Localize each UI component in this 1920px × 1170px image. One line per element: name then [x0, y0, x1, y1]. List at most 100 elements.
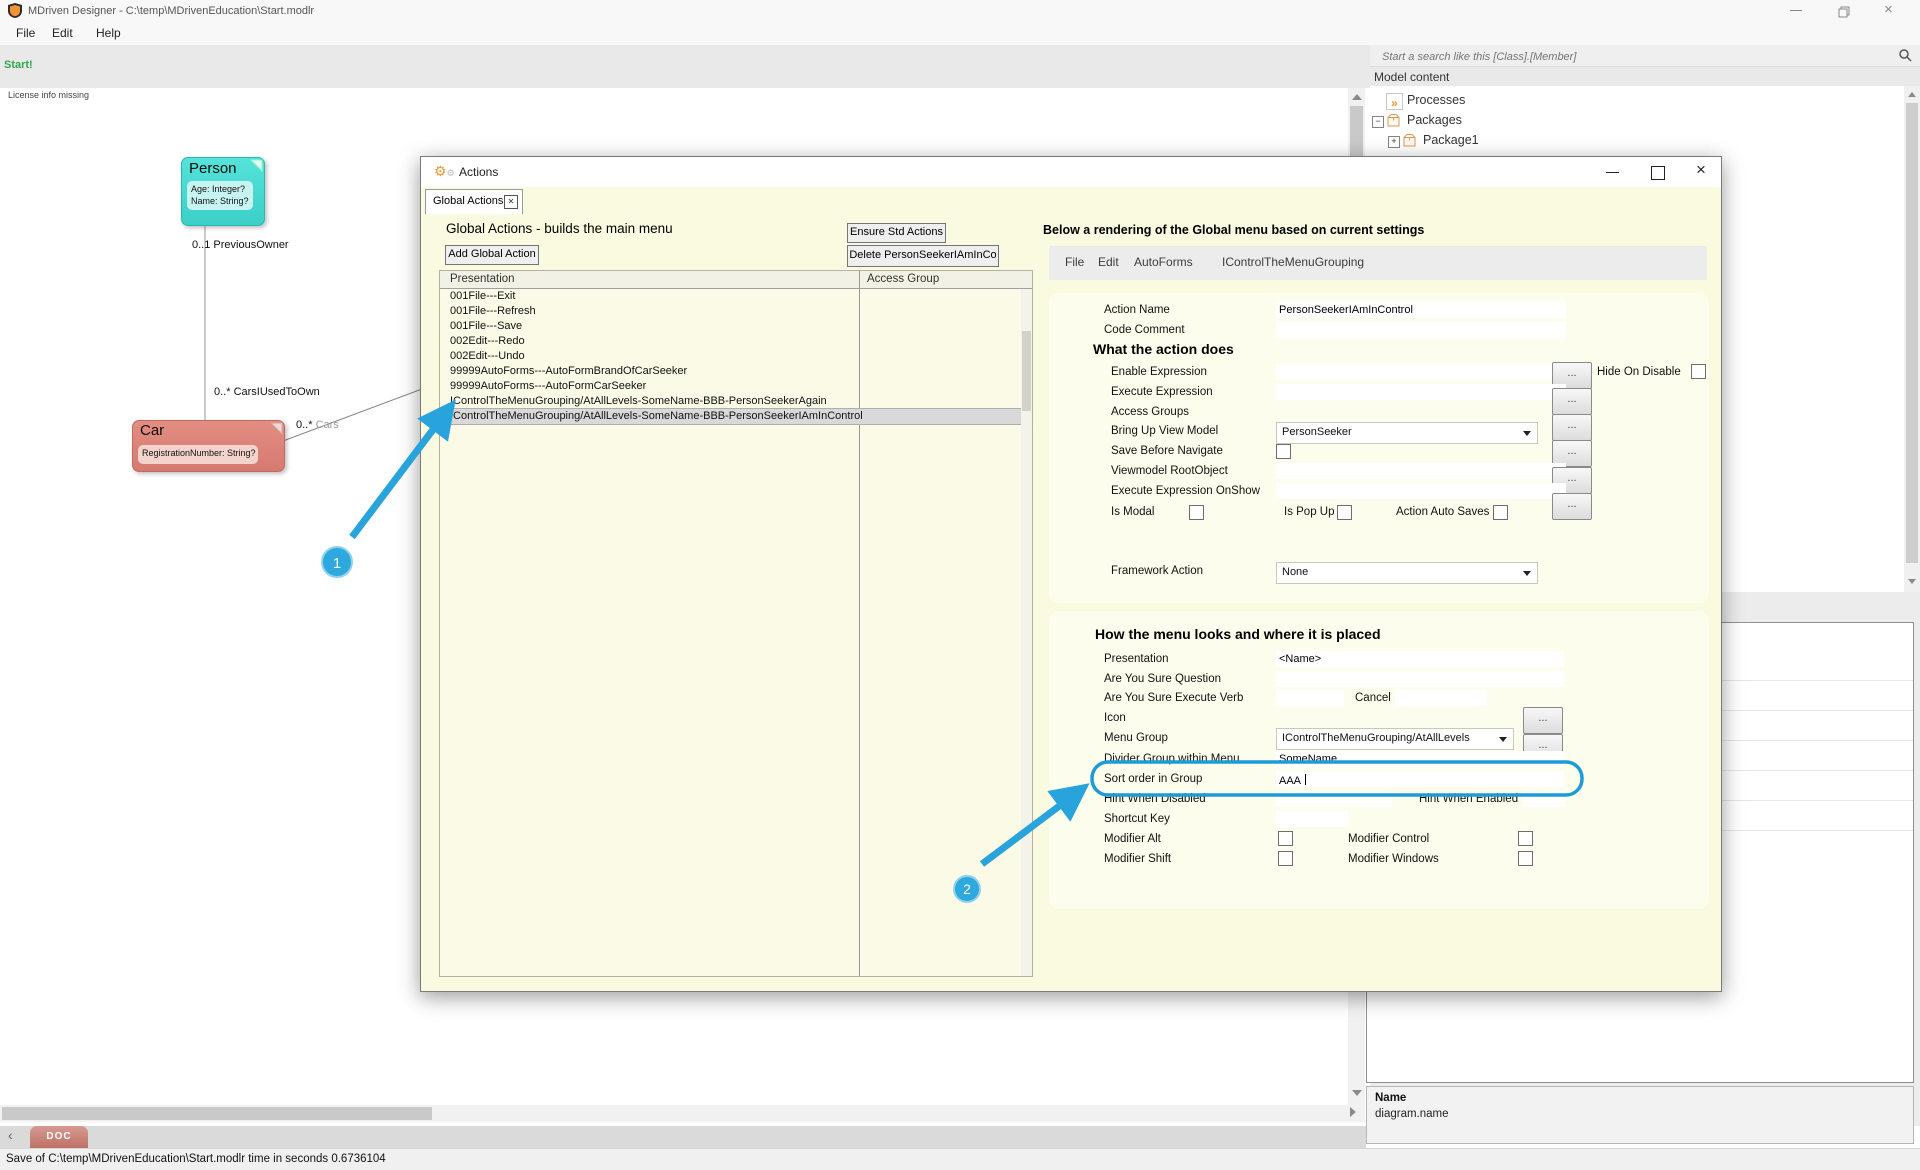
attribute-registration: RegistrationNumber: String? — [142, 448, 256, 458]
package-icon — [1402, 133, 1417, 153]
modifier-shift-checkbox[interactable] — [1278, 851, 1293, 866]
ensure-std-actions-button[interactable]: Ensure Std Actions — [847, 223, 946, 243]
icon-ellipsis-button[interactable]: ... — [1523, 707, 1563, 734]
dialog-minimize-button[interactable] — [1606, 172, 1619, 173]
dialog-title-bar[interactable]: ⚙⚙ Actions × — [421, 157, 1721, 187]
execute-expression-ellipsis-button[interactable]: ... — [1552, 388, 1592, 415]
doc-tab[interactable]: DOC — [30, 1126, 88, 1148]
preview-menu-autoforms[interactable]: AutoForms — [1134, 255, 1193, 269]
col-presentation[interactable]: Presentation — [450, 273, 515, 285]
execute-expression-onshow-field[interactable] — [1276, 483, 1566, 499]
presentation-field[interactable]: <Name> — [1276, 651, 1564, 667]
access-groups-ellipsis-button[interactable]: ... — [1552, 414, 1592, 441]
actions-list[interactable]: Presentation Access Group 001File---Exit… — [439, 270, 1033, 977]
list-item[interactable]: 001File---Refresh — [440, 304, 1032, 319]
is-pop-up-checkbox[interactable] — [1337, 505, 1352, 520]
assoc-label-cars[interactable]: 0..* Cars — [296, 419, 339, 431]
scroll-up-icon[interactable] — [1908, 92, 1916, 97]
are-you-sure-question-field[interactable] — [1276, 671, 1564, 687]
search-bar[interactable] — [1370, 45, 1920, 68]
enable-expression-field[interactable] — [1276, 364, 1566, 380]
divider-group-field[interactable]: SomeName — [1276, 751, 1564, 767]
hint-when-disabled-field[interactable] — [1276, 791, 1392, 807]
menu-group-dropdown[interactable]: IControlTheMenuGrouping/AtAllLevels — [1276, 728, 1514, 750]
tree-item-processes[interactable]: » Processes — [1370, 92, 1670, 110]
menu-help[interactable]: Help — [96, 26, 121, 40]
tabs-scroll-left-icon[interactable]: ‹ — [8, 1127, 13, 1143]
execute-verb-field[interactable] — [1276, 690, 1344, 706]
hint-when-disabled-label: Hint When Disabled — [1104, 793, 1206, 805]
list-item-selected[interactable]: IControlTheMenuGrouping/AtAllLevels-Some… — [439, 408, 1033, 425]
delete-action-button[interactable]: Delete PersonSeekerIAmInCo — [847, 245, 999, 267]
section-what-heading: What the action does — [1093, 341, 1234, 357]
list-item[interactable]: 002Edit---Redo — [440, 334, 1032, 349]
scroll-down-icon[interactable] — [1352, 1090, 1362, 1096]
cancel-verb-field[interactable] — [1395, 690, 1487, 706]
assoc-label-previous-owner[interactable]: 0..1 PreviousOwner — [192, 239, 289, 251]
bring-up-view-model-dropdown[interactable]: PersonSeeker — [1276, 422, 1538, 444]
dialog-maximize-button[interactable] — [1651, 166, 1665, 180]
hint-when-enabled-field[interactable] — [1523, 791, 1565, 807]
tab-global-actions[interactable]: Global Actions ✕ — [425, 189, 523, 214]
add-global-action-button[interactable]: Add Global Action — [445, 245, 539, 265]
preview-menu-file[interactable]: File — [1065, 255, 1084, 269]
list-item[interactable]: IControlTheMenuGrouping/AtAllLevels-Some… — [440, 394, 1032, 409]
list-item[interactable]: 001File---Exit — [440, 289, 1032, 304]
col-access-group[interactable]: Access Group — [867, 273, 939, 285]
viewmodel-rootobject-field[interactable] — [1276, 463, 1566, 479]
hide-on-disable-checkbox[interactable] — [1691, 364, 1706, 379]
tree-scroll-thumb[interactable] — [1906, 103, 1918, 563]
doc-tab-label: DOC — [46, 1131, 72, 1142]
class-box-person[interactable]: Person Age: Integer? Name: String? — [181, 157, 265, 226]
icon-label: Icon — [1104, 712, 1126, 724]
menu-edit[interactable]: Edit — [52, 26, 73, 40]
preview-menu-grouping[interactable]: IControlTheMenuGrouping — [1222, 255, 1364, 269]
modifier-control-checkbox[interactable] — [1518, 831, 1533, 846]
code-comment-field[interactable] — [1276, 322, 1566, 338]
list-item[interactable]: 99999AutoForms---AutoFormBrandOfCarSeeke… — [440, 364, 1032, 379]
menu-file[interactable]: File — [16, 26, 35, 40]
canvas-hscrollbar[interactable] — [0, 1105, 1365, 1122]
is-modal-label: Is Modal — [1111, 506, 1155, 518]
start-label[interactable]: Start! — [4, 59, 33, 71]
expand-icon[interactable]: + — [1388, 136, 1400, 148]
scroll-down-icon[interactable] — [1908, 579, 1916, 584]
close-button[interactable]: × — [1884, 0, 1893, 22]
collapse-icon[interactable]: − — [1372, 116, 1384, 128]
scroll-right-icon[interactable] — [1350, 1107, 1356, 1117]
search-icon[interactable] — [1899, 49, 1912, 62]
placement-heading: How the menu looks and where it is place… — [1095, 626, 1381, 642]
save-before-navigate-checkbox[interactable] — [1276, 444, 1291, 459]
preview-menu-edit[interactable]: Edit — [1098, 255, 1119, 269]
list-item[interactable]: 002Edit---Undo — [440, 349, 1032, 364]
tab-close-icon[interactable]: ✕ — [504, 195, 518, 209]
list-vscrollbar[interactable] — [1021, 289, 1032, 976]
list-scroll-thumb[interactable] — [1022, 331, 1031, 411]
tree-vscrollbar[interactable] — [1904, 86, 1920, 592]
is-modal-checkbox[interactable] — [1189, 505, 1204, 520]
tree-item-package1[interactable]: + Package1 — [1370, 132, 1670, 150]
scroll-up-icon[interactable] — [1352, 94, 1362, 100]
action-name-field[interactable]: PersonSeekerIAmInControl — [1276, 302, 1566, 318]
tree-item-packages[interactable]: − Packages — [1370, 112, 1670, 130]
framework-action-dropdown[interactable]: None — [1276, 562, 1538, 584]
modifier-alt-checkbox[interactable] — [1278, 831, 1293, 846]
sort-order-field[interactable]: AAA — [1276, 771, 1564, 787]
modifier-windows-checkbox[interactable] — [1518, 851, 1533, 866]
hscroll-thumb[interactable] — [2, 1107, 432, 1120]
assoc-label-cars-used[interactable]: 0..* CarsIUsedToOwn — [214, 386, 320, 398]
save-before-navigate-label: Save Before Navigate — [1111, 445, 1223, 457]
minimize-button[interactable] — [1790, 10, 1802, 11]
action-auto-saves-checkbox[interactable] — [1493, 505, 1508, 520]
restore-button[interactable] — [1838, 5, 1850, 23]
list-item[interactable]: 001File---Save — [440, 319, 1032, 334]
app-logo-icon — [8, 3, 22, 23]
class-box-car[interactable]: Car RegistrationNumber: String? — [132, 420, 285, 472]
are-you-sure-execute-verb-label: Are You Sure Execute Verb — [1104, 692, 1244, 704]
execute-expression-onshow-ellipsis-button[interactable]: ... — [1552, 493, 1592, 520]
dialog-close-button[interactable]: × — [1696, 160, 1706, 180]
shortcut-key-field[interactable] — [1276, 811, 1348, 827]
search-input[interactable] — [1370, 45, 1904, 68]
list-item[interactable]: 99999AutoForms---AutoFormCarSeeker — [440, 379, 1032, 394]
execute-expression-field[interactable] — [1276, 384, 1566, 400]
